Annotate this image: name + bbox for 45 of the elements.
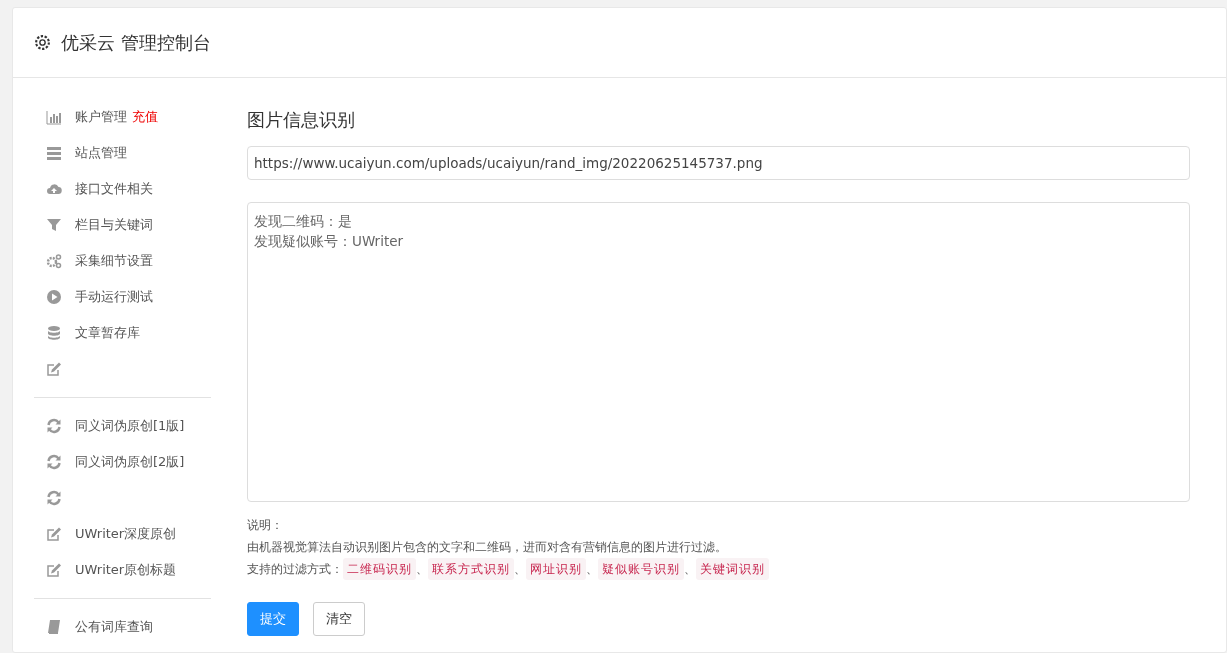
sidebar-item[interactable]: 接口文件相关 [75,180,153,198]
refresh-icon [46,490,62,506]
sidebar-item[interactable]: 公有词库查询 [75,618,153,636]
filter-tag: 二维码识别 [343,558,416,580]
filter-tag: 疑似账号识别 [598,558,684,580]
edit-icon [46,526,62,542]
filter-tag: 关键词识别 [696,558,769,580]
separator-mark: 、 [514,561,526,578]
url-input-field[interactable]: https://www.ucaiyun.com/uploads/ucaiyun/rand_img/20220625145737.png [247,146,1190,180]
sidebar-item[interactable]: UWriter原创标题 [75,561,177,579]
sidebar-item[interactable]: 文章暂存库 [75,324,140,342]
sidebar-item[interactable]: 采集细节设置 [75,252,153,270]
bar-chart-icon [46,109,62,125]
recharge-link[interactable]: 充值 [132,108,158,126]
filter-tag: 网址识别 [526,558,586,580]
cloud-upload-icon [46,181,62,197]
result-text-area[interactable]: 发现二维码：是 发现疑似账号：UWriter [247,202,1190,502]
edit-icon [46,361,62,377]
separator-mark: 、 [586,561,598,578]
sidebar-item[interactable]: 手动运行测试 [75,288,153,306]
notes-description: 由机器视觉算法自动识别图片包含的文字和二维码，进而对含有营销信息的图片进行过滤。 [247,539,728,556]
filter-icon [46,217,62,233]
filters-label: 支持的过滤方式： [247,561,343,578]
edit-icon [46,562,62,578]
separator-mark: 、 [416,561,428,578]
separator-mark: 、 [684,561,696,578]
gears-icon [46,253,62,269]
sidebar-item[interactable]: 站点管理 [75,144,127,162]
sidebar-item[interactable]: 栏目与关键词 [75,216,153,234]
notes-title: 说明： [247,517,284,534]
section-heading: 图片信息识别 [247,108,356,132]
database-icon [46,325,62,341]
refresh-icon [46,454,62,470]
console-title: 优采云 管理控制台 [61,30,211,55]
settings-icon [34,34,51,51]
sidebar-item[interactable]: 同义词伪原创[2版] [75,453,185,471]
filter-tag: 联系方式识别 [428,558,514,580]
play-icon [46,289,62,305]
server-icon [46,145,62,161]
sidebar-item[interactable]: 同义词伪原创[1版] [75,417,185,435]
refresh-icon [46,418,62,434]
sidebar-item[interactable]: UWriter深度原创 [75,525,177,543]
sidebar-item[interactable]: 账户管理 [75,108,127,126]
clear-button[interactable]: 清空 [313,602,365,636]
book-icon [46,619,62,635]
